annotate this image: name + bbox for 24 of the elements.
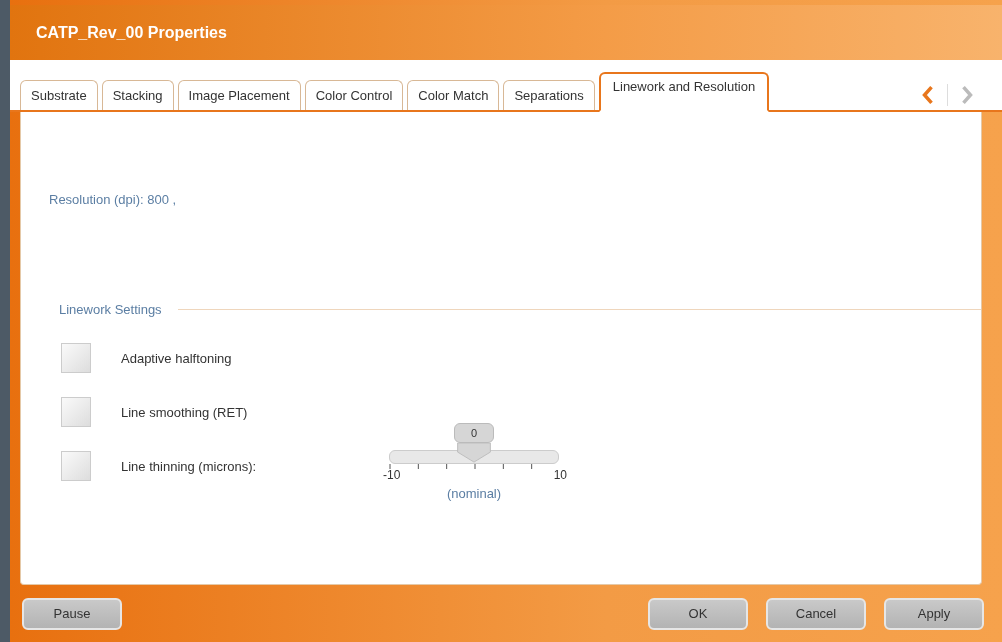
dialog-button[interactable]: OK [648, 597, 748, 630]
dialog-button[interactable]: Cancel [766, 597, 866, 630]
previous-tab-icon[interactable] [921, 85, 935, 105]
tab[interactable]: Separations [503, 80, 595, 110]
slider-max-label: 10 [553, 467, 567, 482]
tab[interactable]: Color Match [407, 80, 500, 110]
dialog-button[interactable]: Apply [884, 597, 984, 630]
checkbox[interactable] [61, 397, 91, 427]
tab[interactable]: Stacking [101, 80, 174, 110]
tab[interactable]: Image Placement [177, 80, 301, 110]
pause-button[interactable]: Pause [22, 597, 122, 630]
checkbox[interactable] [61, 451, 91, 481]
slider-min-label: -10 [383, 467, 401, 482]
tab[interactable]: Color Control [304, 80, 404, 110]
slider-caption: (nominal) [446, 485, 502, 501]
checkbox[interactable] [61, 343, 91, 373]
section-title: Linework Settings [59, 302, 162, 317]
resolution-label: Resolution (dpi): 800 , [49, 192, 177, 207]
tab[interactable]: Linework and Resolution [598, 72, 770, 112]
window-title: CATP_Rev_00 Properties [36, 23, 227, 42]
option-label: Line smoothing (RET) [121, 404, 249, 420]
option-label: Line thinning (microns): [121, 458, 258, 474]
option-label: Adaptive halftoning [121, 350, 233, 366]
tab[interactable]: Substrate [20, 80, 98, 110]
